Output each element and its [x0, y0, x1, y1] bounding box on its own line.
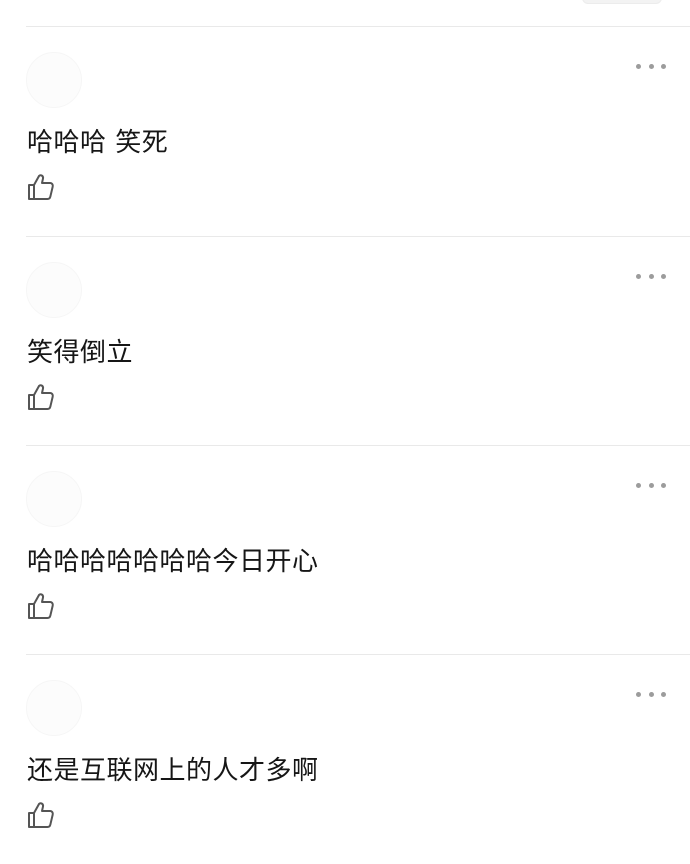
more-dots-icon	[648, 691, 654, 697]
avatar[interactable]	[26, 680, 82, 736]
more-dots-icon	[648, 482, 654, 488]
thumbs-up-icon	[28, 174, 54, 200]
more-options-button[interactable]	[636, 57, 666, 75]
thumbs-up-icon	[28, 384, 54, 410]
more-options-button[interactable]	[636, 685, 666, 703]
thumbs-up-icon	[28, 593, 54, 619]
like-button[interactable]	[26, 800, 56, 830]
comment-text: 笑得倒立	[27, 338, 134, 368]
more-dots-icon	[648, 273, 654, 279]
comment-text: 哈哈哈哈哈哈哈今日开心	[27, 547, 319, 577]
more-options-button[interactable]	[636, 267, 666, 285]
comment-text: 还是互联网上的人才多啊	[27, 756, 319, 786]
like-button[interactable]	[26, 591, 56, 621]
avatar[interactable]	[26, 52, 82, 108]
more-dots-icon	[661, 482, 666, 488]
more-dots-icon	[636, 691, 641, 697]
comment-item: 哈哈哈哈哈哈哈今日开心	[0, 446, 690, 655]
more-dots-icon	[661, 273, 666, 279]
like-button[interactable]	[26, 382, 56, 412]
thumbs-up-icon	[28, 802, 54, 828]
comment-text: 哈哈哈 笑死	[27, 128, 169, 158]
top-button-edge[interactable]	[582, 0, 662, 4]
like-button[interactable]	[26, 172, 56, 202]
more-dots-icon	[661, 63, 666, 69]
more-dots-icon	[661, 691, 666, 697]
comment-item: 哈哈哈 笑死	[0, 27, 690, 236]
more-dots-icon	[636, 273, 641, 279]
avatar[interactable]	[26, 471, 82, 527]
more-dots-icon	[648, 63, 654, 69]
comment-item: 笑得倒立	[0, 237, 690, 446]
more-dots-icon	[636, 482, 641, 488]
more-dots-icon	[636, 63, 641, 69]
comment-item: 还是互联网上的人才多啊	[0, 655, 690, 864]
top-strip	[0, 0, 690, 27]
avatar[interactable]	[26, 262, 82, 318]
more-options-button[interactable]	[636, 476, 666, 494]
